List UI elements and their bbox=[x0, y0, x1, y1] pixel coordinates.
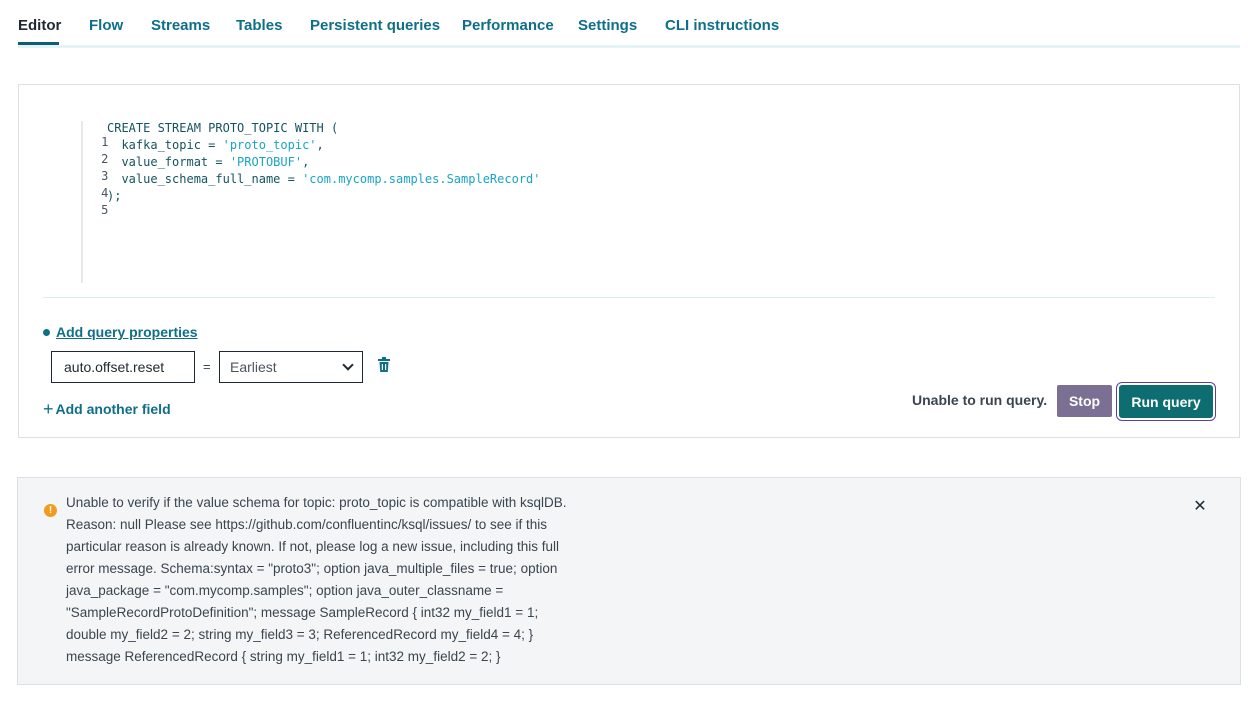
code-text: , bbox=[316, 138, 324, 152]
alert-line: Reason: null Please see https://github.c… bbox=[66, 517, 548, 532]
query-status-text: Unable to run query. bbox=[912, 392, 1048, 408]
code-string: 'com.mycomp.samples.SampleRecord' bbox=[302, 172, 541, 186]
line-number: 5 bbox=[101, 203, 109, 217]
code-line: 3 value_format = 'PROTOBUF', bbox=[43, 155, 309, 183]
add-another-field-button[interactable]: + Add another field bbox=[43, 399, 171, 419]
tab-performance[interactable]: Performance bbox=[462, 17, 554, 34]
alert-line: message ReferencedRecord { string my_fie… bbox=[66, 649, 501, 664]
tab-streams[interactable]: Streams bbox=[151, 17, 210, 34]
alert-line: Unable to verify if the value schema for… bbox=[66, 495, 567, 510]
chevron-down-icon bbox=[342, 359, 354, 371]
add-another-field-label: Add another field bbox=[55, 401, 171, 417]
code-text: ); bbox=[107, 189, 122, 203]
property-value-selected: Earliest bbox=[230, 359, 277, 375]
add-query-properties-link[interactable]: Add query properties bbox=[43, 324, 198, 340]
active-tab-indicator bbox=[18, 42, 59, 45]
code-text: CREATE STREAM PROTO_TOPIC WITH ( bbox=[107, 121, 339, 135]
plus-icon: + bbox=[43, 399, 54, 419]
property-value-select[interactable]: Earliest bbox=[219, 351, 363, 383]
alert-line: error message. Schema:syntax = "proto3";… bbox=[66, 561, 558, 576]
code-line: 1 CREATE STREAM PROTO_TOPIC WITH ( bbox=[43, 121, 338, 149]
tab-editor[interactable]: Editor bbox=[18, 17, 61, 34]
trash-icon[interactable] bbox=[377, 357, 391, 373]
run-query-label: Run query bbox=[1119, 385, 1213, 418]
code-text: , bbox=[302, 155, 310, 169]
alert-line: "SampleRecordProtoDefinition"; message S… bbox=[66, 605, 539, 620]
property-key-input[interactable]: auto.offset.reset bbox=[51, 351, 195, 383]
alert-line: double my_field2 = 2; string my_field3 =… bbox=[66, 627, 534, 642]
add-query-properties-label: Add query properties bbox=[56, 324, 198, 340]
code-text: kafka_topic = bbox=[107, 138, 223, 152]
editor-divider bbox=[43, 297, 1215, 298]
schema-warning-alert: ! Unable to verify if the value schema f… bbox=[17, 477, 1241, 685]
alert-line: java_package = "com.mycomp.samples"; opt… bbox=[66, 583, 504, 598]
equals-sign: = bbox=[203, 359, 211, 374]
code-text: value_format = bbox=[107, 155, 230, 169]
alert-message: Unable to verify if the value schema for… bbox=[66, 492, 596, 668]
close-icon[interactable]: ✕ bbox=[1193, 499, 1207, 515]
tab-flow[interactable]: Flow bbox=[89, 17, 123, 34]
code-string: 'proto_topic' bbox=[222, 138, 317, 152]
tab-tables[interactable]: Tables bbox=[236, 17, 282, 34]
stop-button[interactable]: Stop bbox=[1057, 385, 1112, 417]
code-text: value_schema_full_name = bbox=[107, 172, 303, 186]
alert-line: particular reason is already known. If n… bbox=[66, 539, 560, 554]
tab-settings[interactable]: Settings bbox=[578, 17, 637, 34]
code-line: 5 ); bbox=[43, 189, 121, 217]
code-editor[interactable]: 1 CREATE STREAM PROTO_TOPIC WITH ( 2 kaf… bbox=[43, 121, 1215, 283]
tab-persistent-queries[interactable]: Persistent queries bbox=[310, 17, 440, 34]
code-string: 'PROTOBUF' bbox=[229, 155, 303, 169]
run-query-button[interactable]: Run query bbox=[1116, 382, 1216, 421]
tab-bar: Editor Flow Streams Tables Persistent qu… bbox=[18, 0, 1240, 48]
tab-cli-instructions[interactable]: CLI instructions bbox=[665, 17, 779, 34]
code-line: 4 value_schema_full_name = 'com.mycomp.s… bbox=[43, 172, 540, 200]
warning-icon: ! bbox=[44, 504, 57, 517]
code-line: 2 kafka_topic = 'proto_topic', bbox=[43, 138, 324, 166]
query-editor-panel: 1 CREATE STREAM PROTO_TOPIC WITH ( 2 kaf… bbox=[18, 84, 1240, 438]
bullet-icon bbox=[43, 328, 50, 336]
